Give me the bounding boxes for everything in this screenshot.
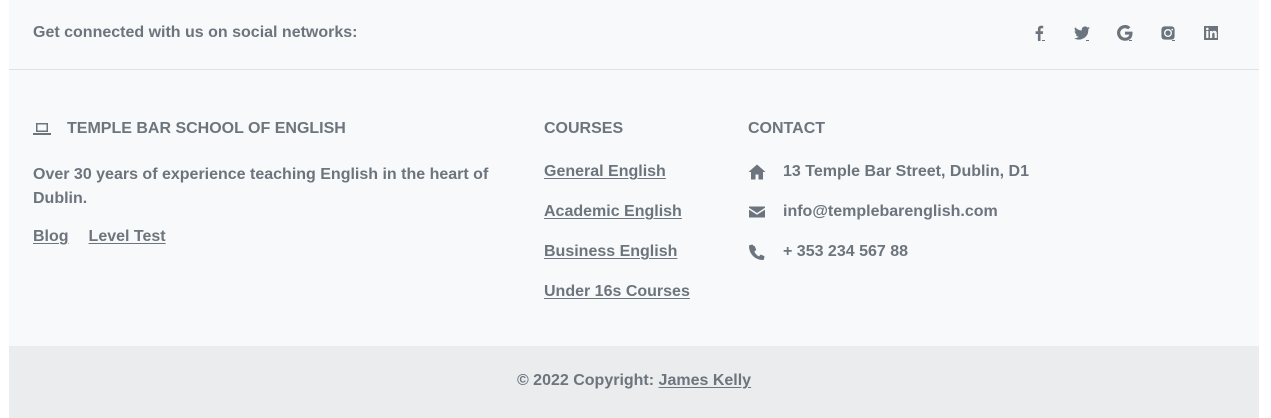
school-heading: TEMPLE BAR SCHOOL OF ENGLISH bbox=[33, 118, 513, 140]
contact-section: CONTACT 13 Temple Bar Street, Dublin, D1… bbox=[748, 118, 1068, 283]
courses-heading: COURSES bbox=[544, 120, 624, 137]
blog-link[interactable]: Blog bbox=[33, 228, 69, 246]
course-link-academic-english[interactable]: Academic English bbox=[544, 203, 682, 220]
level-test-link[interactable]: Level Test bbox=[89, 228, 166, 246]
linkedin-link[interactable] bbox=[1199, 22, 1223, 45]
course-link-general-english[interactable]: General English bbox=[544, 163, 666, 180]
laptop-icon bbox=[33, 123, 51, 135]
contact-phone: + 353 234 567 88 bbox=[748, 243, 1068, 283]
about-section: TEMPLE BAR SCHOOL OF ENGLISH Over 30 yea… bbox=[33, 118, 513, 246]
courses-section: COURSES General English Academic English… bbox=[544, 118, 724, 323]
instagram-link[interactable] bbox=[1156, 22, 1180, 45]
course-link-business-english[interactable]: Business English bbox=[544, 243, 677, 260]
phone-icon bbox=[749, 244, 765, 260]
google-icon bbox=[1117, 25, 1133, 41]
email-text: info@templebarenglish.com bbox=[783, 203, 998, 220]
google-link[interactable] bbox=[1113, 22, 1137, 45]
phone-text: + 353 234 567 88 bbox=[783, 243, 909, 260]
author-link[interactable]: James Kelly bbox=[659, 372, 752, 389]
social-text: Get connected with us on social networks… bbox=[33, 24, 358, 41]
instagram-icon bbox=[1161, 26, 1175, 41]
school-title: TEMPLE BAR SCHOOL OF ENGLISH bbox=[67, 120, 346, 137]
twitter-icon bbox=[1074, 26, 1090, 41]
linkedin-icon bbox=[1204, 26, 1218, 40]
copyright-text: © 2022 Copyright: bbox=[516, 372, 655, 389]
twitter-link[interactable] bbox=[1070, 22, 1094, 45]
contact-heading: CONTACT bbox=[748, 120, 826, 137]
home-icon bbox=[748, 164, 766, 180]
about-links: Blog Level Test bbox=[33, 228, 513, 246]
social-bar: Get connected with us on social networks… bbox=[9, 0, 1259, 70]
contact-list: 13 Temple Bar Street, Dublin, D1 info@te… bbox=[748, 163, 1068, 283]
contact-email: info@templebarenglish.com bbox=[748, 203, 1068, 243]
course-link-under-16s[interactable]: Under 16s Courses bbox=[544, 283, 690, 300]
course-list: General English Academic English Busines… bbox=[544, 163, 724, 323]
address-text: 13 Temple Bar Street, Dublin, D1 bbox=[783, 163, 1029, 180]
envelope-icon bbox=[749, 206, 765, 218]
copyright-bar: © 2022 Copyright: James Kelly bbox=[9, 346, 1259, 418]
facebook-icon bbox=[1035, 25, 1045, 41]
school-description: Over 30 years of experience teaching Eng… bbox=[33, 166, 489, 207]
footer: Get connected with us on social networks… bbox=[9, 0, 1259, 418]
social-icons bbox=[1027, 22, 1242, 45]
facebook-link[interactable] bbox=[1027, 22, 1051, 45]
contact-address: 13 Temple Bar Street, Dublin, D1 bbox=[748, 163, 1068, 203]
